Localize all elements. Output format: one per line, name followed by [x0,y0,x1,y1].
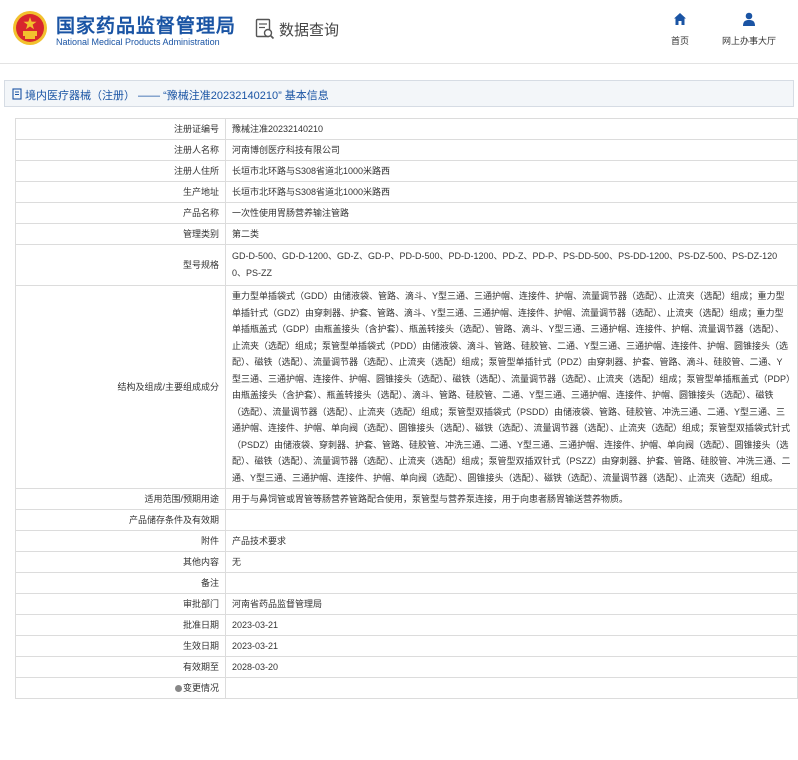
field-value: 河南省药品监督管理局 [225,593,798,615]
table-row: 结构及组成/主要组成成分 重力型单插袋式（GDD）由储液袋、管路、滴斗、Y型三通… [15,285,798,489]
field-label: 生产地址 [15,181,226,203]
document-icon [12,88,22,100]
data-query-icon [255,18,275,40]
field-value: 2023-03-21 [225,614,798,636]
table-row: 注册人住所 长垣市北环路与S308省道北1000米路西 [15,160,798,182]
table-row: 注册证编号 豫械注准20232140210 [15,118,798,140]
field-value: 第二类 [225,223,798,245]
emblem-logo-icon [13,11,47,45]
field-value: 长垣市北环路与S308省道北1000米路西 [225,181,798,203]
site-logo-title[interactable]: 国家药品监督管理局 [56,11,236,38]
field-label: 有效期至 [15,656,226,678]
table-row: 有效期至 2028-03-20 [15,656,798,678]
note-label-cell: 变更情况 [15,677,226,699]
field-label: 注册人住所 [15,160,226,182]
field-label: 管理类别 [15,223,226,245]
field-value: 产品技术要求 [225,530,798,552]
field-label: 生效日期 [15,635,226,657]
breadcrumb-text: 境内医疗器械（注册） —— “豫械注准20232140210” 基本信息 [25,90,329,102]
page-title: 数据查询 [279,21,340,39]
field-label: 注册证编号 [15,118,226,140]
breadcrumb: 境内医疗器械（注册） —— “豫械注准20232140210” 基本信息 [4,80,794,107]
field-label: 审批部门 [15,593,226,615]
field-label: 型号规格 [15,244,226,286]
table-row: 生产地址 长垣市北环路与S308省道北1000米路西 [15,181,798,203]
hint-icon [174,685,182,693]
field-value: 一次性使用胃肠营养输注管路 [225,202,798,224]
field-value [225,509,798,531]
home-icon [674,13,686,25]
field-label: 适用范围/预期用途 [15,488,226,510]
table-row: 变更情况 [15,677,798,699]
field-value: 河南博创医疗科技有限公司 [225,139,798,161]
field-label: 注册人名称 [15,139,226,161]
field-label: 产品储存条件及有效期 [15,509,226,531]
field-value [225,572,798,594]
field-value: 无 [225,551,798,573]
table-row: 产品储存条件及有效期 [15,509,798,531]
field-value: 豫械注准20232140210 [225,118,798,140]
field-label: 产品名称 [15,202,226,224]
table-row: 其他内容 无 [15,551,798,573]
field-value: 2028-03-20 [225,656,798,678]
nav-home-label: 首页 [670,36,689,46]
field-label: 变更情况 [182,683,219,693]
detail-table: 注册证编号 豫械注准20232140210 注册人名称 河南博创医疗科技有限公司… [15,118,798,699]
field-value: 用于与鼻饲管或胃管等肠营养管路配合使用，泵管型与营养泵连接，用于向患者肠胃输送营… [225,488,798,510]
table-row: 适用范围/预期用途 用于与鼻饲管或胃管等肠营养管路配合使用，泵管型与营养泵连接，… [15,488,798,510]
field-value: 重力型单插袋式（GDD）由储液袋、管路、滴斗、Y型三通、三通护帽、连接件、护帽、… [225,285,798,489]
table-row: 生效日期 2023-03-21 [15,635,798,657]
table-row: 型号规格 GD-D-500、GD-D-1200、GD-Z、GD-P、PD-D-5… [15,244,798,286]
table-row: 批准日期 2023-03-21 [15,614,798,636]
table-row: 附件 产品技术要求 [15,530,798,552]
page-heading: 数据查询 [255,18,339,40]
field-value: GD-D-500、GD-D-1200、GD-Z、GD-P、PD-D-500、PD… [225,244,798,286]
field-value [225,677,798,699]
table-row: 备注 [15,572,798,594]
nav-online-office-label: 网上办事大厅 [721,36,776,46]
field-value: 长垣市北环路与S308省道北1000米路西 [225,160,798,182]
nav-online-office[interactable]: 网上办事大厅 [717,12,781,49]
site-logo-subtitle: National Medical Products Administration [56,37,220,47]
field-label: 结构及组成/主要组成成分 [15,285,226,489]
table-row: 产品名称 一次性使用胃肠营养输注管路 [15,202,798,224]
site-header: 国家药品监督管理局 National Medical Products Admi… [0,0,798,62]
table-row: 注册人名称 河南博创医疗科技有限公司 [15,139,798,161]
table-row: 审批部门 河南省药品监督管理局 [15,593,798,615]
header-divider [0,63,798,64]
field-label: 其他内容 [15,551,226,573]
field-label: 附件 [15,530,226,552]
user-icon [743,12,755,26]
field-value: 2023-03-21 [225,635,798,657]
field-label: 备注 [15,572,226,594]
table-row: 管理类别 第二类 [15,223,798,245]
field-label: 批准日期 [15,614,226,636]
nav-home[interactable]: 首页 [650,12,710,49]
